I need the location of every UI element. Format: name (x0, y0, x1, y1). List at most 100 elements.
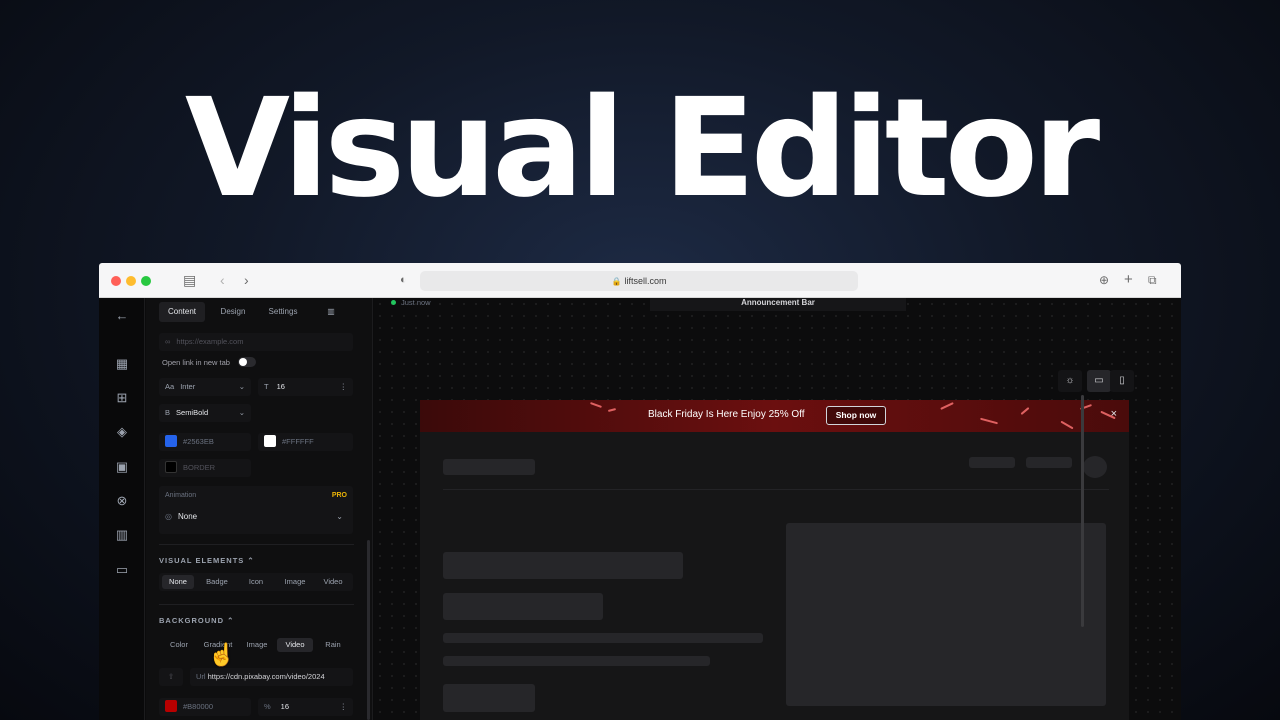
visual-option-video[interactable]: Video (316, 575, 350, 589)
overlay-value: 16 (280, 702, 290, 711)
add-block-icon[interactable]: ⊞ (114, 390, 130, 406)
tab-settings[interactable]: Settings (261, 302, 305, 322)
tab-design[interactable]: Design (211, 302, 255, 322)
placeholder-nav-item (969, 457, 1015, 468)
chevron-up-icon: ⌃ (247, 556, 255, 565)
stats-icon[interactable]: ▥ (319, 302, 343, 322)
drag-handle-icon[interactable]: ⋮ (340, 378, 348, 396)
chevron-down-icon: ⌄ (238, 408, 245, 417)
video-url-input[interactable]: Url https://cdn.pixabay.com/video/2024 (190, 668, 353, 686)
visual-elements-heading[interactable]: VISUAL ELEMENTS ⌃ (159, 556, 255, 565)
calendar-icon[interactable]: ▣ (114, 459, 130, 475)
upload-button[interactable]: ⇧ (159, 668, 183, 686)
canvas-tab-label[interactable]: Announcement Bar (650, 298, 906, 311)
theme-toggle-icon[interactable]: ☼ (1058, 370, 1082, 392)
border-color-swatch[interactable] (165, 461, 177, 474)
overlay-color-picker[interactable]: #B80000 (159, 698, 251, 716)
animation-value: None (177, 512, 198, 521)
editor-canvas[interactable]: Just now Announcement Bar ☼ ▭ ▯ Black Fr… (374, 298, 1181, 720)
analytics-icon[interactable]: ▥ (114, 527, 130, 543)
globe-icon[interactable]: ⊗ (114, 493, 130, 509)
canvas-scrollbar[interactable] (1081, 395, 1084, 627)
text-color-picker[interactable]: #2563EB (159, 433, 251, 451)
announcement-text: Black Friday Is Here Enjoy 25% Off (648, 409, 805, 420)
overlay-color-swatch[interactable] (165, 700, 177, 713)
layers-icon[interactable]: ◈ (114, 424, 130, 440)
overlay-color-value: #B80000 (183, 702, 214, 711)
open-new-tab-label: Open link in new tab (162, 358, 230, 367)
status-dot (391, 300, 396, 305)
back-icon[interactable]: ‹ (220, 272, 225, 288)
video-url-value: https://cdn.pixabay.com/video/2024 (207, 672, 325, 681)
visual-option-badge[interactable]: Badge (199, 575, 235, 589)
visual-option-image[interactable]: Image (277, 575, 313, 589)
forward-icon[interactable]: › (244, 272, 249, 288)
placeholder-nav-item (1026, 457, 1072, 468)
announcement-bar[interactable]: Black Friday Is Here Enjoy 25% Off Shop … (420, 400, 1129, 432)
placeholder-logo (443, 459, 535, 475)
bg-color-value: #FFFFFF (282, 437, 314, 446)
border-label: BORDER (183, 463, 216, 472)
minimize-window-button[interactable] (126, 276, 136, 286)
hand-cursor-icon: ☝ (208, 642, 236, 667)
shield-icon[interactable]: ◐ (400, 272, 407, 288)
desktop-view-icon[interactable]: ▭ (1087, 370, 1111, 392)
animation-select[interactable]: ◎ None ⌄ (165, 508, 347, 526)
placeholder-text-line (443, 633, 763, 643)
drag-handle-icon[interactable]: ⋮ (340, 698, 348, 716)
link-icon: ∞ (165, 337, 171, 346)
visual-elements-label: VISUAL ELEMENTS (159, 556, 245, 565)
close-icon[interactable]: × (1111, 408, 1117, 420)
properties-panel: Content Design Settings ▥ ∞ https://examp… (146, 298, 373, 720)
new-tab-icon[interactable]: + (1124, 272, 1133, 288)
url-text: liftsell.com (624, 276, 667, 286)
visual-option-none[interactable]: None (162, 575, 194, 589)
panel-scrollbar[interactable] (367, 540, 370, 720)
text-color-swatch[interactable] (165, 435, 177, 448)
link-url-input[interactable]: ∞ https://example.com (159, 333, 353, 351)
shop-now-button[interactable]: Shop now (826, 406, 886, 425)
placeholder-hero-image (786, 523, 1106, 706)
bg-option-video[interactable]: Video (277, 638, 313, 652)
download-icon[interactable]: ⊕ (1099, 272, 1109, 288)
bg-option-rain[interactable]: Rain (316, 638, 350, 652)
link-url-placeholder: https://example.com (176, 337, 244, 346)
billing-icon[interactable]: ▭ (114, 562, 130, 578)
font-weight-value: SemiBold (176, 408, 209, 417)
chevron-down-icon: ⌄ (238, 382, 245, 391)
placeholder-button (443, 684, 535, 712)
visual-option-icon[interactable]: Icon (239, 575, 273, 589)
background-heading[interactable]: BACKGROUND ⌃ (159, 616, 234, 625)
bg-option-image[interactable]: Image (239, 638, 275, 652)
placeholder-text-line (443, 656, 710, 666)
background-segmented: Color Gradient Image Video Rain (159, 636, 353, 654)
save-status: Just now (391, 298, 431, 307)
save-status-text: Just now (401, 298, 431, 307)
sidebar-toggle-icon[interactable]: ▤ (183, 272, 196, 288)
tab-content[interactable]: Content (159, 302, 205, 322)
upload-icon: ⇧ (167, 672, 175, 681)
browser-window: ▤ ‹ › ◐ 🔒 liftsell.com ⊕ + ⧉ ← ▦ ⊞ ◈ ▣ ⊗ … (99, 263, 1181, 720)
close-window-button[interactable] (111, 276, 121, 286)
font-size-value: 16 (276, 382, 285, 391)
open-new-tab-toggle[interactable] (238, 357, 256, 367)
overlay-opacity-input[interactable]: % 16 ⋮ (258, 698, 353, 716)
font-size-input[interactable]: T 16 ⋮ (258, 378, 353, 396)
spark (1060, 420, 1074, 430)
tabs-overview-icon[interactable]: ⧉ (1148, 272, 1157, 288)
font-weight-select[interactable]: B SemiBold ⌄ (159, 404, 251, 422)
bg-color-picker[interactable]: #FFFFFF (258, 433, 353, 451)
font-family-select[interactable]: Aa Inter ⌄ (159, 378, 251, 396)
address-bar[interactable]: 🔒 liftsell.com (420, 271, 858, 291)
hero-title: Visual Editor (184, 70, 1100, 228)
grid-icon[interactable]: ▦ (114, 356, 130, 372)
bg-option-color[interactable]: Color (162, 638, 196, 652)
bg-color-swatch[interactable] (264, 435, 276, 448)
spark (607, 407, 617, 413)
panel-tabs: Content Design Settings ▥ (159, 302, 362, 322)
zoom-window-button[interactable] (141, 276, 151, 286)
border-color-picker[interactable]: BORDER (159, 459, 251, 477)
mobile-view-icon[interactable]: ▯ (1110, 370, 1134, 392)
weight-icon: B (165, 408, 171, 417)
back-arrow-icon[interactable]: ← (114, 308, 130, 324)
